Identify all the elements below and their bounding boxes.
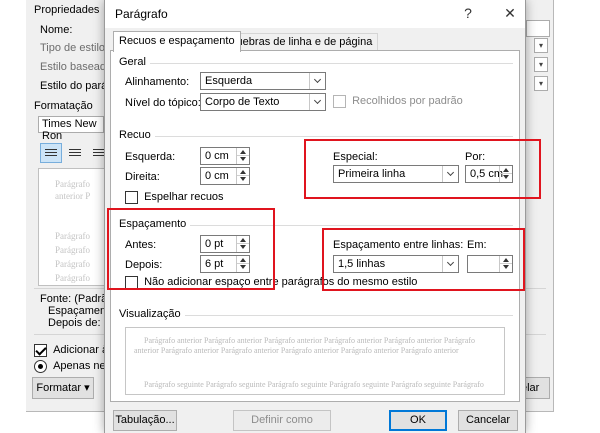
only-this-doc-radio[interactable] [34, 360, 47, 373]
style-preview-line: anterior P [55, 191, 91, 201]
general-section-line [119, 63, 513, 64]
collapsed-default-label: Recolhidos por padrão [352, 95, 463, 108]
indents-spacing-pane: Geral Alinhamento: Esquerda Nível do tóp… [107, 50, 541, 402]
outline-level-label: Nível do tópico: [125, 97, 201, 109]
right-indent-spinner[interactable]: 0 cm [200, 167, 250, 185]
based-on-label: Estilo baseado [40, 61, 113, 73]
align-left-icon [45, 148, 57, 158]
right-indent-label: Direita: [125, 171, 160, 183]
alignment-combo[interactable]: Esquerda [200, 72, 326, 90]
style-preview-line: Parágrafo [55, 179, 90, 189]
style-type-arrow-icon[interactable]: ▾ [534, 38, 548, 53]
mirror-indents-checkbox[interactable] [125, 191, 138, 204]
style-preview-line: Parágrafo [55, 231, 90, 241]
highlight-box-line-spacing [322, 228, 525, 291]
format-menu-button[interactable]: Formatar ▾ [32, 377, 94, 399]
align-center-icon [69, 148, 81, 158]
outline-level-combo[interactable]: Corpo de Texto [200, 93, 326, 111]
tab-label: Quebras de linha e de página [228, 36, 373, 48]
left-indent-value: 0 cm [205, 150, 229, 162]
style-description-line: Fonte: (Padrão [40, 293, 114, 305]
indent-section-line [119, 136, 513, 137]
collapsed-default-checkbox[interactable] [333, 95, 346, 108]
style-preview-line: Parágrafo [55, 273, 90, 283]
alignment-value: Esquerda [205, 75, 253, 87]
indent-section-title: Recuo [119, 129, 155, 141]
tab-line-page-breaks[interactable]: Quebras de linha e de página [222, 33, 379, 51]
font-name-combo[interactable]: Times New Ron [38, 116, 104, 142]
style-preview-line: Parágrafo [55, 245, 90, 255]
mirror-indents-row[interactable]: Espelhar recuos [125, 191, 224, 204]
align-left-button[interactable] [40, 143, 62, 163]
font-name-value: Times New Ron [42, 118, 97, 142]
style-description-line: Depois de: 6 [48, 317, 110, 329]
style-preview-line: Parágrafo [55, 259, 90, 269]
paragraph-preview: Parágrafo anterior Parágrafo anterior Pa… [125, 327, 505, 395]
ok-button[interactable]: OK [389, 410, 447, 431]
highlight-box-spacing [107, 208, 275, 290]
tabs-button[interactable]: Tabulação... [113, 410, 177, 431]
preview-next-line: Parágrafo seguinte Parágrafo seguinte Pa… [144, 380, 484, 389]
highlight-box-special-indent [304, 139, 541, 199]
style-preview-box: Parágrafo anterior P Parágrafo Parágrafo… [38, 168, 112, 286]
right-indent-value: 0 cm [205, 170, 229, 182]
name-label: Nome: [40, 24, 73, 36]
paragraph-dialog: Parágrafo ? ✕ Recuos e espaçamento Quebr… [104, 0, 541, 433]
collapsed-default-row[interactable]: Recolhidos por padrão [333, 95, 463, 108]
align-center-button[interactable] [64, 143, 86, 163]
tab-indents-spacing[interactable]: Recuos e espaçamento [113, 31, 241, 52]
cancel-button[interactable]: Cancelar [458, 410, 518, 431]
tab-label: Recuos e espaçamento [119, 35, 235, 47]
set-default-button[interactable]: Definir como Padrão [233, 410, 331, 431]
left-indent-spinner[interactable]: 0 cm [200, 147, 250, 165]
next-style-label: Estilo do parág [40, 80, 114, 92]
preview-prev-line: anterior Parágrafo anterior Parágrafo an… [134, 346, 459, 355]
general-section-title: Geral [119, 56, 150, 68]
style-type-label: Tipo de estilo: [40, 42, 109, 54]
properties-section-title: Propriedades [34, 4, 100, 16]
dialog-titlebar[interactable]: Parágrafo ? ✕ [105, 0, 525, 28]
next-style-arrow-icon[interactable]: ▾ [534, 76, 548, 91]
spinner-arrows-icon[interactable] [236, 148, 249, 164]
help-icon[interactable]: ? [459, 5, 477, 21]
dialog-title: Parágrafo [115, 7, 168, 21]
chevron-down-icon[interactable] [309, 94, 325, 110]
formatting-section-title: Formatação [34, 100, 93, 112]
spinner-arrows-icon[interactable] [236, 168, 249, 184]
name-input[interactable] [526, 20, 550, 37]
preview-prev-line: Parágrafo anterior Parágrafo anterior Pa… [144, 336, 475, 345]
add-gallery-checkbox[interactable] [34, 344, 47, 357]
left-indent-label: Esquerda: [125, 151, 176, 163]
chevron-down-icon[interactable] [309, 73, 325, 89]
close-icon[interactable]: ✕ [501, 5, 519, 22]
mirror-indents-label: Espelhar recuos [144, 191, 224, 204]
based-on-arrow-icon[interactable]: ▾ [534, 57, 548, 72]
preview-section-title: Visualização [119, 308, 185, 320]
alignment-label: Alinhamento: [125, 76, 190, 88]
outline-level-value: Corpo de Texto [205, 96, 280, 108]
